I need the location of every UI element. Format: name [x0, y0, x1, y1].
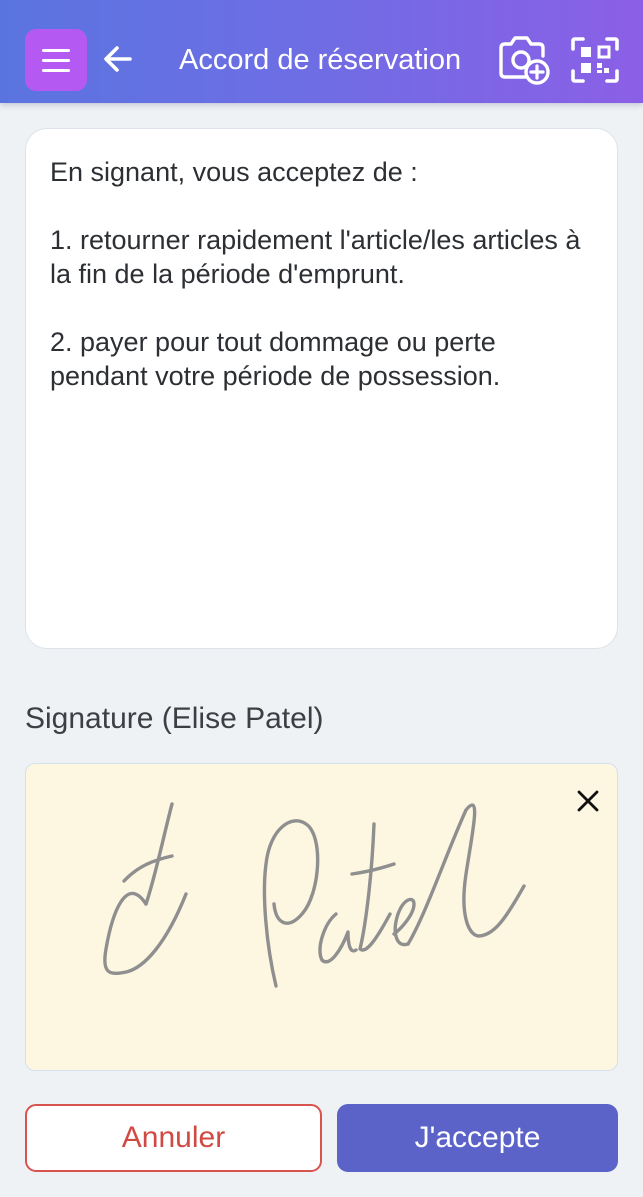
camera-add-icon[interactable] — [497, 34, 551, 86]
agreement-intro: En signant, vous acceptez de : — [50, 157, 418, 187]
menu-button[interactable] — [25, 29, 87, 91]
accept-button[interactable]: J'accepte — [337, 1104, 618, 1172]
signature-drawing — [103, 802, 526, 988]
hamburger-menu-icon — [42, 48, 70, 52]
hamburger-menu-icon-bar — [42, 58, 70, 62]
cancel-button[interactable]: Annuler — [25, 1104, 322, 1172]
hamburger-menu-icon-bar — [42, 68, 70, 72]
agreement-item-damage: 2. payer pour tout dommage ou perte pend… — [50, 327, 501, 391]
close-icon[interactable] — [573, 786, 603, 816]
signature-pad[interactable] — [25, 763, 618, 1071]
page-title: Accord de réservation — [179, 44, 462, 76]
arrow-left-icon[interactable] — [101, 42, 135, 76]
agreement-card: En signant, vous acceptez de : 1. retour… — [25, 128, 618, 649]
app-header: Accord de réservation — [0, 0, 643, 103]
agreement-item-return: 1. retourner rapidement l'article/les ar… — [50, 225, 581, 289]
signature-label: Signature (Elise Patel) — [25, 702, 324, 735]
qr-scan-icon[interactable] — [570, 36, 620, 84]
